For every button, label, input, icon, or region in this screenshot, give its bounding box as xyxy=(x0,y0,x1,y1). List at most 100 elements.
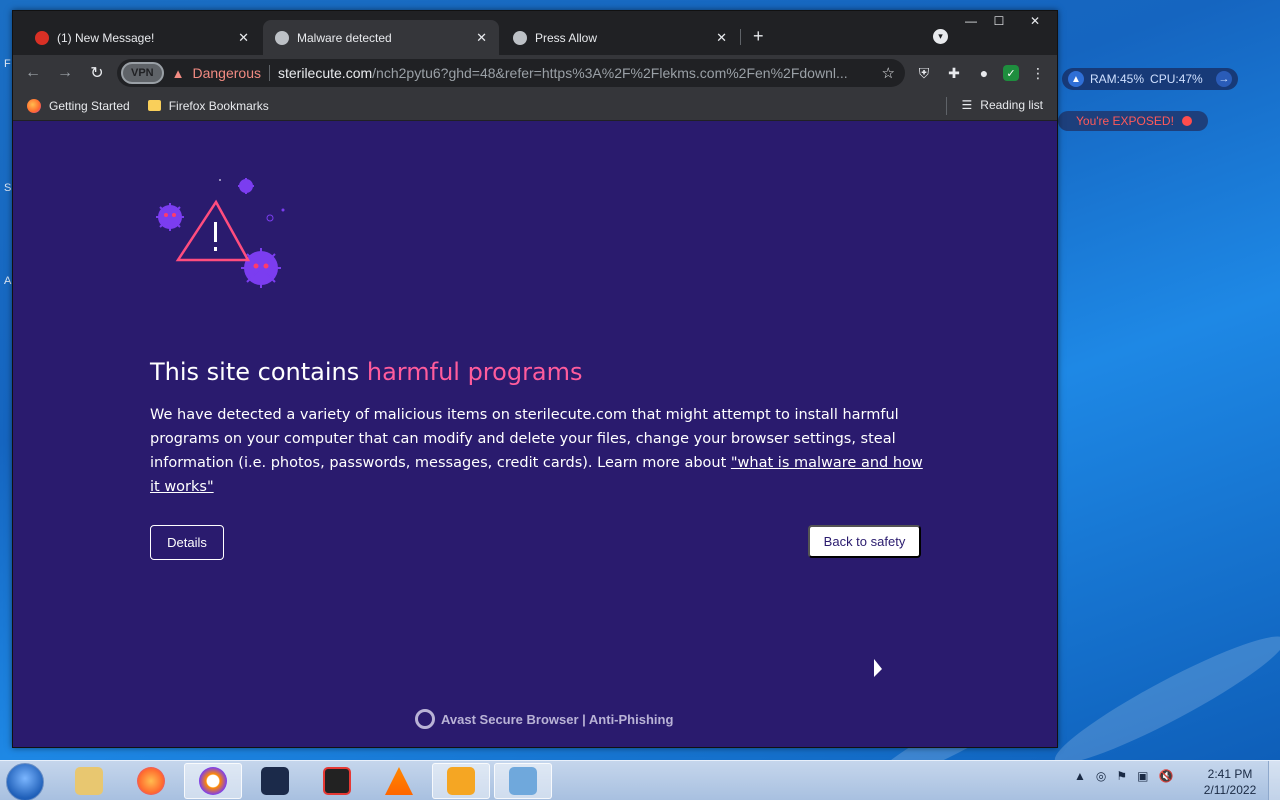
window-close-icon[interactable]: ✕ xyxy=(1013,11,1057,31)
url-divider xyxy=(269,65,270,81)
start-button-icon[interactable] xyxy=(6,763,44,800)
taskbar-file-explorer[interactable] xyxy=(60,763,118,799)
desktop-icon-label[interactable]: A xyxy=(4,275,11,287)
malware-description: We have detected a variety of malicious … xyxy=(150,403,930,499)
tab-title: Press Allow xyxy=(535,30,598,45)
footer-text: Avast Secure Browser | Anti-Phishing xyxy=(441,711,674,727)
bookmark-firefox-bookmarks[interactable]: Firefox Bookmarks xyxy=(147,98,269,113)
maximize-icon[interactable]: ☐ xyxy=(985,11,1013,31)
system-monitor-widget[interactable]: ▲ RAM:45% CPU:47% → xyxy=(1062,68,1238,90)
adblock-icon[interactable]: ⛨ xyxy=(913,62,935,84)
browser-window: (1) New Message! ✕ Malware detected ✕ Pr… xyxy=(12,10,1058,748)
taskbar-clock[interactable]: 2:41 PM 2/11/2022 xyxy=(1198,766,1262,798)
address-bar[interactable]: VPN ▲ Dangerous sterilecute.com/nch2pytu… xyxy=(117,59,905,87)
firefox-icon xyxy=(137,767,165,795)
minimize-icon[interactable]: — xyxy=(957,11,985,31)
taskbar-network-settings[interactable] xyxy=(494,763,552,799)
avast-shield-icon[interactable]: ✓ xyxy=(1003,65,1019,81)
avast-browser-icon xyxy=(199,767,227,795)
bookmark-label: Firefox Bookmarks xyxy=(168,98,269,113)
bookmark-label: Getting Started xyxy=(49,98,130,113)
extensions-puzzle-icon[interactable]: ✚ xyxy=(943,62,965,84)
show-hidden-icons-icon[interactable]: ▲ xyxy=(1074,769,1086,783)
vpn-button[interactable]: VPN xyxy=(121,62,164,84)
desktop-icon-label[interactable]: S xyxy=(4,182,11,194)
file-explorer-icon xyxy=(75,767,103,795)
app-d-icon xyxy=(447,767,475,795)
taskbar-screen-recorder[interactable] xyxy=(308,763,366,799)
url-text[interactable]: sterilecute.com/nch2pytu6?ghd=48&refer=h… xyxy=(278,65,874,81)
headline-highlight: harmful programs xyxy=(366,358,583,386)
url-path: /nch2pytu6?ghd=48&refer=https%3A%2F%2Fle… xyxy=(372,65,848,81)
santa-hat-icon xyxy=(35,30,49,45)
network-settings-icon xyxy=(509,767,537,795)
warning-triangle-icon xyxy=(175,199,251,262)
exposed-text: You're EXPOSED! xyxy=(1076,114,1174,128)
taskbar: ▲ ◎ ⚑ ▣ 🔇 2:41 PM 2/11/2022 xyxy=(0,760,1280,800)
firefox-icon xyxy=(27,98,41,113)
volume-muted-icon[interactable]: 🔇 xyxy=(1158,769,1173,783)
close-icon[interactable]: ✕ xyxy=(238,30,249,46)
desktop-light-streak xyxy=(1045,621,1280,779)
back-to-safety-button[interactable]: Back to safety xyxy=(808,525,921,558)
mouse-cursor-icon xyxy=(874,659,882,677)
forward-icon[interactable]: → xyxy=(53,61,77,85)
reading-list-icon: ☰ xyxy=(961,98,973,112)
profile-icon[interactable]: ● xyxy=(973,62,995,84)
tab-title: Malware detected xyxy=(297,30,392,45)
close-icon[interactable]: ✕ xyxy=(716,30,727,46)
bookmarks-divider xyxy=(946,97,947,115)
back-icon[interactable]: ← xyxy=(21,61,45,85)
page-footer: Avast Secure Browser | Anti-Phishing xyxy=(415,709,673,729)
menu-kebab-icon[interactable]: ⋮ xyxy=(1027,62,1049,84)
taskbar-vlc[interactable] xyxy=(370,763,428,799)
malware-illustration xyxy=(156,178,285,288)
cpu-usage: CPU:47% xyxy=(1150,72,1203,86)
browser-toolbar: ← → ↻ VPN ▲ Dangerous sterilecute.com/nc… xyxy=(13,55,1057,91)
shield-icon xyxy=(261,767,289,795)
tab-malware-detected[interactable]: Malware detected ✕ xyxy=(263,20,499,55)
network-icon[interactable]: ▣ xyxy=(1137,769,1148,783)
clock-date: 2/11/2022 xyxy=(1203,783,1257,797)
tab-separator xyxy=(740,29,741,45)
taskbar-app-d[interactable] xyxy=(432,763,490,799)
avast-logo-icon xyxy=(415,709,435,729)
warning-triangle-icon[interactable]: ▲ xyxy=(172,66,185,81)
page-title: This site contains harmful programs xyxy=(150,358,583,386)
tab-title: (1) New Message! xyxy=(57,30,155,45)
vlc-icon xyxy=(385,767,413,795)
new-tab-button[interactable]: + xyxy=(753,26,764,47)
reading-list-button[interactable]: ☰ Reading list xyxy=(962,98,1043,112)
action-center-flag-icon[interactable]: ⚑ xyxy=(1116,769,1127,783)
show-desktop-button[interactable] xyxy=(1268,761,1280,800)
folder-icon xyxy=(147,100,161,111)
taskbar-firefox[interactable] xyxy=(122,763,180,799)
avast-tray-icon[interactable]: ◎ xyxy=(1096,769,1106,783)
tab-press-allow[interactable]: Press Allow ✕ xyxy=(501,20,739,55)
tab-search-icon[interactable]: ▾ xyxy=(933,29,948,44)
red-dot-icon xyxy=(1181,116,1192,126)
reload-icon[interactable]: ↻ xyxy=(85,61,109,85)
rocket-icon: ▲ xyxy=(1068,71,1084,87)
taskbar-avast-browser[interactable] xyxy=(184,763,242,799)
details-button[interactable]: Details xyxy=(150,525,224,560)
globe-icon xyxy=(513,30,527,45)
bookmark-star-icon[interactable]: ☆ xyxy=(882,64,895,82)
desktop-icon-label[interactable]: F xyxy=(4,58,11,70)
screen-recorder-icon xyxy=(323,767,351,795)
tab-new-message[interactable]: (1) New Message! ✕ xyxy=(23,20,261,55)
headline-prefix: This site contains xyxy=(150,358,367,386)
reading-list-label: Reading list xyxy=(980,98,1043,112)
window-controls: — ☐ ✕ xyxy=(957,11,1057,31)
system-tray: ▲ ◎ ⚑ ▣ 🔇 xyxy=(1074,769,1173,783)
security-status[interactable]: Dangerous xyxy=(193,65,262,81)
bookmarks-bar: Getting Started Firefox Bookmarks ☰ Read… xyxy=(13,91,1057,121)
bookmark-getting-started[interactable]: Getting Started xyxy=(27,98,130,113)
close-icon[interactable]: ✕ xyxy=(476,30,487,46)
exposed-warning-badge[interactable]: You're EXPOSED! xyxy=(1058,111,1208,131)
url-domain: sterilecute.com xyxy=(278,65,373,81)
arrow-right-icon[interactable]: → xyxy=(1216,71,1232,87)
globe-icon xyxy=(275,30,289,45)
tab-strip: (1) New Message! ✕ Malware detected ✕ Pr… xyxy=(13,11,1057,55)
taskbar-shield[interactable] xyxy=(246,763,304,799)
